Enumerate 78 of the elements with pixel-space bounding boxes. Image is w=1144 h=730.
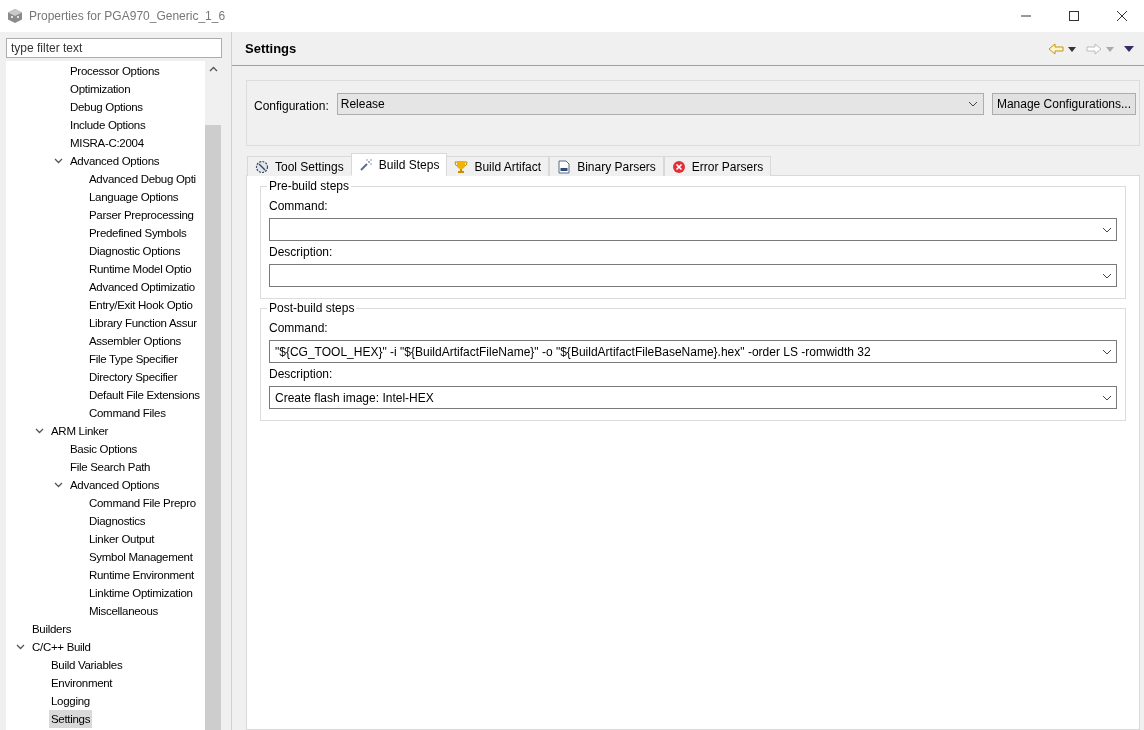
field-label: Description:	[269, 367, 333, 382]
tree-item[interactable]: Basic Options	[68, 440, 140, 458]
tree-item[interactable]: Linktime Optimization	[87, 584, 195, 602]
tree-item[interactable]: Include Options	[68, 116, 148, 134]
tree-item[interactable]: Runtime Environment	[87, 566, 196, 584]
tree-item[interactable]: Parser Preprocessing	[87, 206, 196, 224]
group-title: Post-build steps	[267, 301, 357, 316]
tree-item[interactable]: Miscellaneous	[87, 602, 160, 620]
tree-item[interactable]: Builders	[30, 620, 74, 638]
field-label: Command:	[269, 199, 328, 214]
trophy-icon	[454, 159, 469, 174]
chevron-down-icon	[967, 101, 978, 107]
chevron-down-icon	[1102, 272, 1112, 279]
tree-item[interactable]: Environment	[49, 674, 115, 692]
tree-item[interactable]: Optimization	[68, 80, 133, 98]
tree-item[interactable]: Symbol Management	[87, 548, 195, 566]
field-label: Command:	[269, 321, 328, 336]
tree-item[interactable]: File Search Path	[68, 458, 153, 476]
tree-item[interactable]: Default File Extensions	[87, 386, 202, 404]
maximize-icon[interactable]	[1068, 10, 1080, 22]
tree-item[interactable]: Linker Output	[87, 530, 157, 548]
tree-item[interactable]: Build Variables	[49, 656, 125, 674]
tab[interactable]: Binary Parsers	[549, 156, 664, 176]
group-title: Pre-build steps	[267, 179, 352, 194]
tab[interactable]: Build Steps	[350, 153, 448, 176]
app-icon	[7, 8, 23, 24]
tab[interactable]: Build Artifact	[446, 156, 550, 176]
binary-file-icon	[557, 159, 572, 174]
chevron-down-icon[interactable]	[53, 158, 63, 164]
wand-icon	[358, 157, 373, 172]
configuration-dropdown[interactable]: Release	[336, 93, 984, 115]
filter-field[interactable]: type filter text	[6, 38, 222, 58]
combo-field[interactable]	[269, 264, 1117, 287]
tree-item[interactable]: Debug Options	[68, 98, 145, 116]
tree-item[interactable]: Command File Prepro	[87, 494, 198, 512]
tree-item[interactable]: Advanced Options	[68, 476, 162, 494]
combo-field[interactable]: Create flash image: Intel-HEX	[269, 386, 1117, 409]
tree-item[interactable]: Library Function Assur	[87, 314, 199, 332]
error-icon	[671, 159, 686, 174]
tree-item[interactable]: Logging	[49, 692, 92, 710]
tree-item[interactable]: Directory Specifier	[87, 368, 180, 386]
field-label: Description:	[269, 245, 333, 260]
chevron-down-icon[interactable]	[34, 428, 44, 434]
tree-item[interactable]: C/C++ Build	[30, 638, 93, 656]
chevron-down-icon[interactable]	[15, 644, 25, 650]
chevron-down-icon[interactable]	[53, 482, 63, 488]
chevron-down-icon	[1102, 394, 1112, 401]
combo-field[interactable]	[269, 218, 1117, 241]
chevron-down-icon	[1102, 348, 1112, 355]
chevron-down-icon	[1102, 226, 1112, 233]
tree-item[interactable]: Advanced Optimizatio	[87, 278, 197, 296]
tree-item[interactable]: Predefined Symbols	[87, 224, 189, 242]
tree-item[interactable]: Processor Options	[68, 62, 162, 80]
tree-item[interactable]: File Type Specifier	[87, 350, 180, 368]
tab[interactable]: Error Parsers	[663, 156, 772, 176]
tree-item[interactable]: Diagnostics	[87, 512, 148, 530]
tree-item[interactable]: Assembler Options	[87, 332, 184, 350]
tree-item[interactable]: Settings	[49, 710, 93, 728]
gear-icon	[255, 159, 269, 174]
manage-configurations-button[interactable]: Manage Configurations...	[991, 93, 1136, 115]
page-title: Settings	[245, 40, 297, 59]
tree-item[interactable]: Entry/Exit Hook Optio	[87, 296, 195, 314]
tree-item[interactable]: Command Files	[87, 404, 168, 422]
scroll-up-icon[interactable]	[208, 66, 218, 72]
dropdown-icon[interactable]	[1068, 46, 1076, 52]
view-menu-icon[interactable]	[1124, 46, 1134, 52]
tree-item[interactable]: MISRA-C:2004	[68, 134, 146, 152]
close-icon[interactable]	[1116, 10, 1128, 22]
tree-item[interactable]: Language Options	[87, 188, 181, 206]
tree-item[interactable]: Runtime Model Optio	[87, 260, 194, 278]
tree-item[interactable]: Diagnostic Options	[87, 242, 183, 260]
combo-field[interactable]: "${CG_TOOL_HEX}" -i "${BuildArtifactFileName}" -o "${BuildArtifactFileBaseName}.hex" -order LS -romwidth 32	[269, 340, 1117, 363]
tree-item[interactable]: Advanced Options	[68, 152, 162, 170]
tree-item[interactable]: ARM Linker	[49, 422, 111, 440]
configuration-label: Configuration:	[254, 98, 329, 115]
window-title: Properties for PGA970_Generic_1_6	[29, 8, 226, 25]
tab[interactable]: Tool Settings	[247, 156, 352, 176]
tree-item[interactable]: Advanced Debug Opti	[87, 170, 198, 188]
